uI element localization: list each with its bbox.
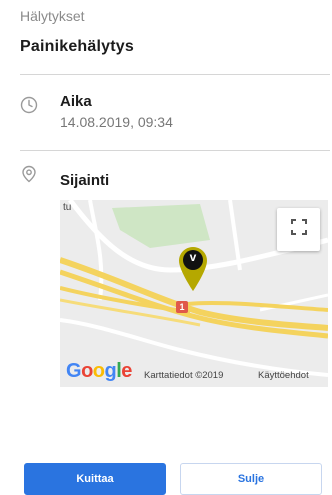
map-attribution: Karttatiedot ©2019 bbox=[144, 370, 224, 381]
map-corner-label: tu bbox=[63, 202, 72, 213]
divider bbox=[20, 150, 330, 151]
acknowledge-button[interactable]: Kuittaa bbox=[24, 463, 166, 495]
breadcrumb: Hälytykset bbox=[20, 8, 85, 24]
page-title: Painikehälytys bbox=[20, 38, 134, 55]
close-button[interactable]: Sulje bbox=[180, 463, 322, 495]
location-marker[interactable]: v bbox=[178, 246, 208, 292]
time-label: Aika bbox=[60, 93, 92, 110]
time-value: 14.08.2019, 09:34 bbox=[60, 114, 173, 130]
fullscreen-icon bbox=[290, 218, 308, 241]
fullscreen-button[interactable] bbox=[277, 208, 320, 251]
divider bbox=[20, 74, 330, 75]
map-terms-link[interactable]: Käyttöehdot bbox=[258, 370, 309, 381]
location-label: Sijainti bbox=[60, 172, 110, 189]
clock-icon bbox=[20, 96, 38, 114]
location-pin-icon bbox=[20, 165, 38, 183]
road-number-badge: 1 bbox=[176, 301, 188, 313]
google-logo: Google bbox=[66, 360, 132, 382]
marker-glyph: v bbox=[189, 250, 197, 264]
map-view[interactable]: tu 1 v Google Karttatiedot ©2019 Käyttöe… bbox=[60, 200, 328, 387]
